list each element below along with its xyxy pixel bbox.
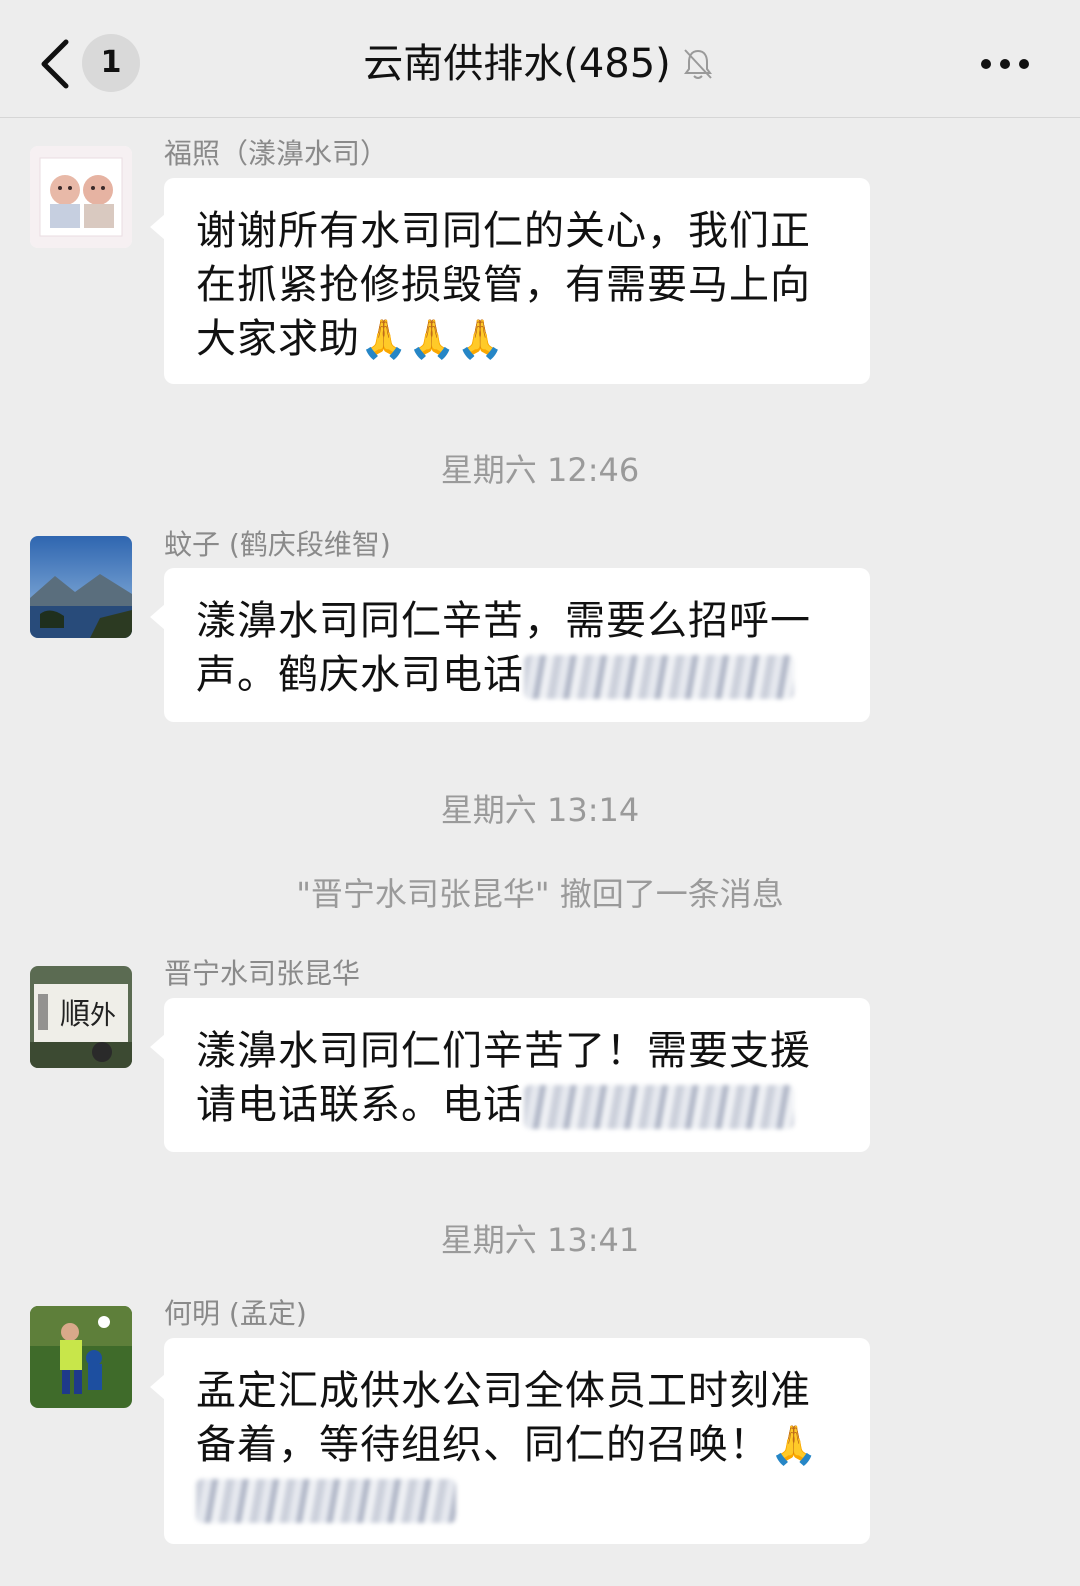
bell-mute-icon <box>683 49 712 79</box>
recall-notice: "晋宁水司张昆华" 撤回了一条消息 <box>296 875 784 913</box>
sender-name: 福照（漾濞水司） <box>164 137 389 170</box>
chat-header: 1 云南供排水(485) <box>0 0 1080 118</box>
avatar-lake-image <box>30 536 132 638</box>
message-bubble[interactable]: 谢谢所有水司同仁的关心，我们正在抓紧抢修损毁管，有需要马上向大家求助🙏🙏🙏 <box>150 178 870 384</box>
redacted-phone <box>524 655 794 699</box>
avatar[interactable]: 順 外 <box>30 966 132 1068</box>
avatar-football-image <box>30 1306 132 1408</box>
chat-title-wrap: 云南供排水(485) <box>0 38 1080 90</box>
timestamp: 星期六 13:41 <box>440 1221 640 1259</box>
folded-hands-emoji: 🙏🙏🙏 <box>360 317 505 361</box>
chat-title: 云南供排水(485) <box>363 41 671 87</box>
avatar[interactable] <box>30 536 132 638</box>
svg-text:順: 順 <box>60 997 90 1032</box>
redacted-phone <box>524 1085 794 1129</box>
message-text: 孟定汇成供水公司全体员工时刻准备着，等待组织、同仁的召唤！ <box>196 1368 811 1468</box>
redacted-phone <box>196 1479 456 1523</box>
folded-hands-emoji: 🙏 <box>770 1423 819 1467</box>
message-bubble[interactable]: 漾濞水司同仁们辛苦了！需要支援请电话联系。电话 <box>150 998 870 1152</box>
message-bubble[interactable]: 孟定汇成供水公司全体员工时刻准备着，等待组织、同仁的召唤！🙏 <box>150 1338 870 1544</box>
avatar[interactable] <box>30 146 132 248</box>
avatar[interactable] <box>30 1306 132 1408</box>
timestamp: 星期六 12:46 <box>440 451 640 489</box>
sender-name: 晋宁水司张昆华 <box>164 957 361 990</box>
avatar-calligraphy-image: 順 外 <box>30 966 132 1068</box>
avatar-babies-image <box>30 146 132 248</box>
sender-name: 何明 (孟定) <box>164 1297 307 1330</box>
timestamp: 星期六 13:14 <box>440 791 640 829</box>
more-button[interactable] <box>978 44 1032 84</box>
message-bubble[interactable]: 漾濞水司同仁辛苦，需要么招呼一声。鹤庆水司电话 <box>150 568 870 722</box>
sender-name: 蚊子 (鹤庆段维智) <box>164 528 391 561</box>
svg-text:外: 外 <box>90 1001 116 1031</box>
more-icon <box>981 59 1029 69</box>
